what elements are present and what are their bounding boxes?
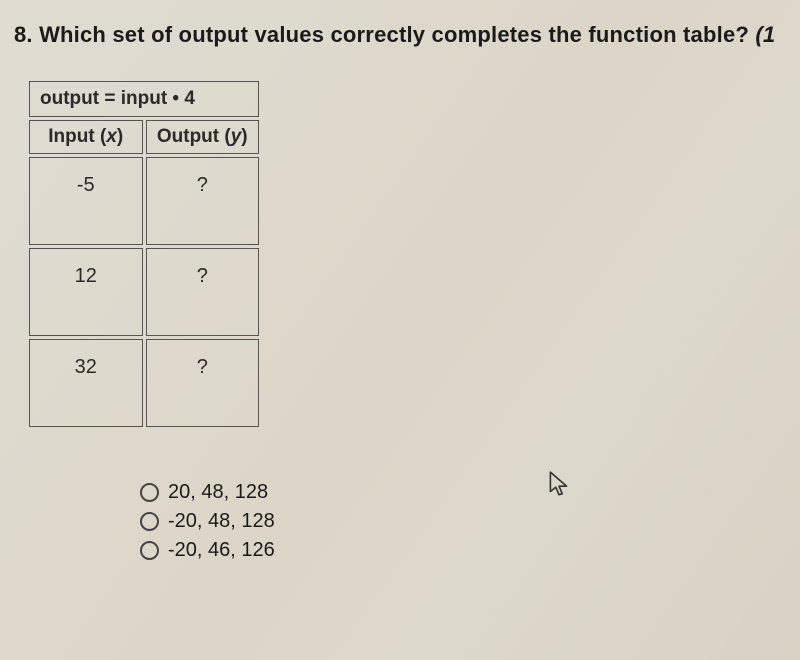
option-c[interactable]: -20, 46, 126 [140, 539, 800, 562]
question-points: (1 [755, 22, 775, 47]
function-table: output = input • 4 Input (x) Output (y) … [26, 78, 262, 430]
radio-icon [140, 512, 159, 531]
option-label: 20, 48, 128 [168, 481, 268, 504]
function-rule: output = input • 4 [29, 81, 259, 117]
input-cell: 12 [29, 248, 143, 336]
option-a[interactable]: 20, 48, 128 [140, 481, 800, 504]
output-cell: ? [146, 248, 260, 336]
input-cell: -5 [29, 157, 143, 245]
table-row: 12 ? [29, 248, 259, 336]
table-row: -5 ? [29, 157, 259, 245]
cursor-icon [548, 470, 570, 498]
input-header: Input (x) [29, 120, 143, 154]
radio-icon [140, 483, 159, 502]
question-number: 8. [14, 22, 33, 47]
output-header: Output (y) [146, 120, 260, 154]
option-label: -20, 48, 128 [168, 510, 275, 533]
function-table-container: output = input • 4 Input (x) Output (y) … [26, 78, 262, 430]
question-body: Which set of output values correctly com… [39, 22, 749, 47]
output-cell: ? [146, 157, 260, 245]
output-cell: ? [146, 339, 260, 427]
option-label: -20, 46, 126 [168, 539, 275, 562]
option-b[interactable]: -20, 48, 128 [140, 510, 800, 533]
question-text: 8. Which set of output values correctly … [0, 0, 800, 48]
table-row: 32 ? [29, 339, 259, 427]
input-cell: 32 [29, 339, 143, 427]
radio-icon [140, 541, 159, 560]
answer-options: 20, 48, 128 -20, 48, 128 -20, 46, 126 [140, 481, 800, 562]
